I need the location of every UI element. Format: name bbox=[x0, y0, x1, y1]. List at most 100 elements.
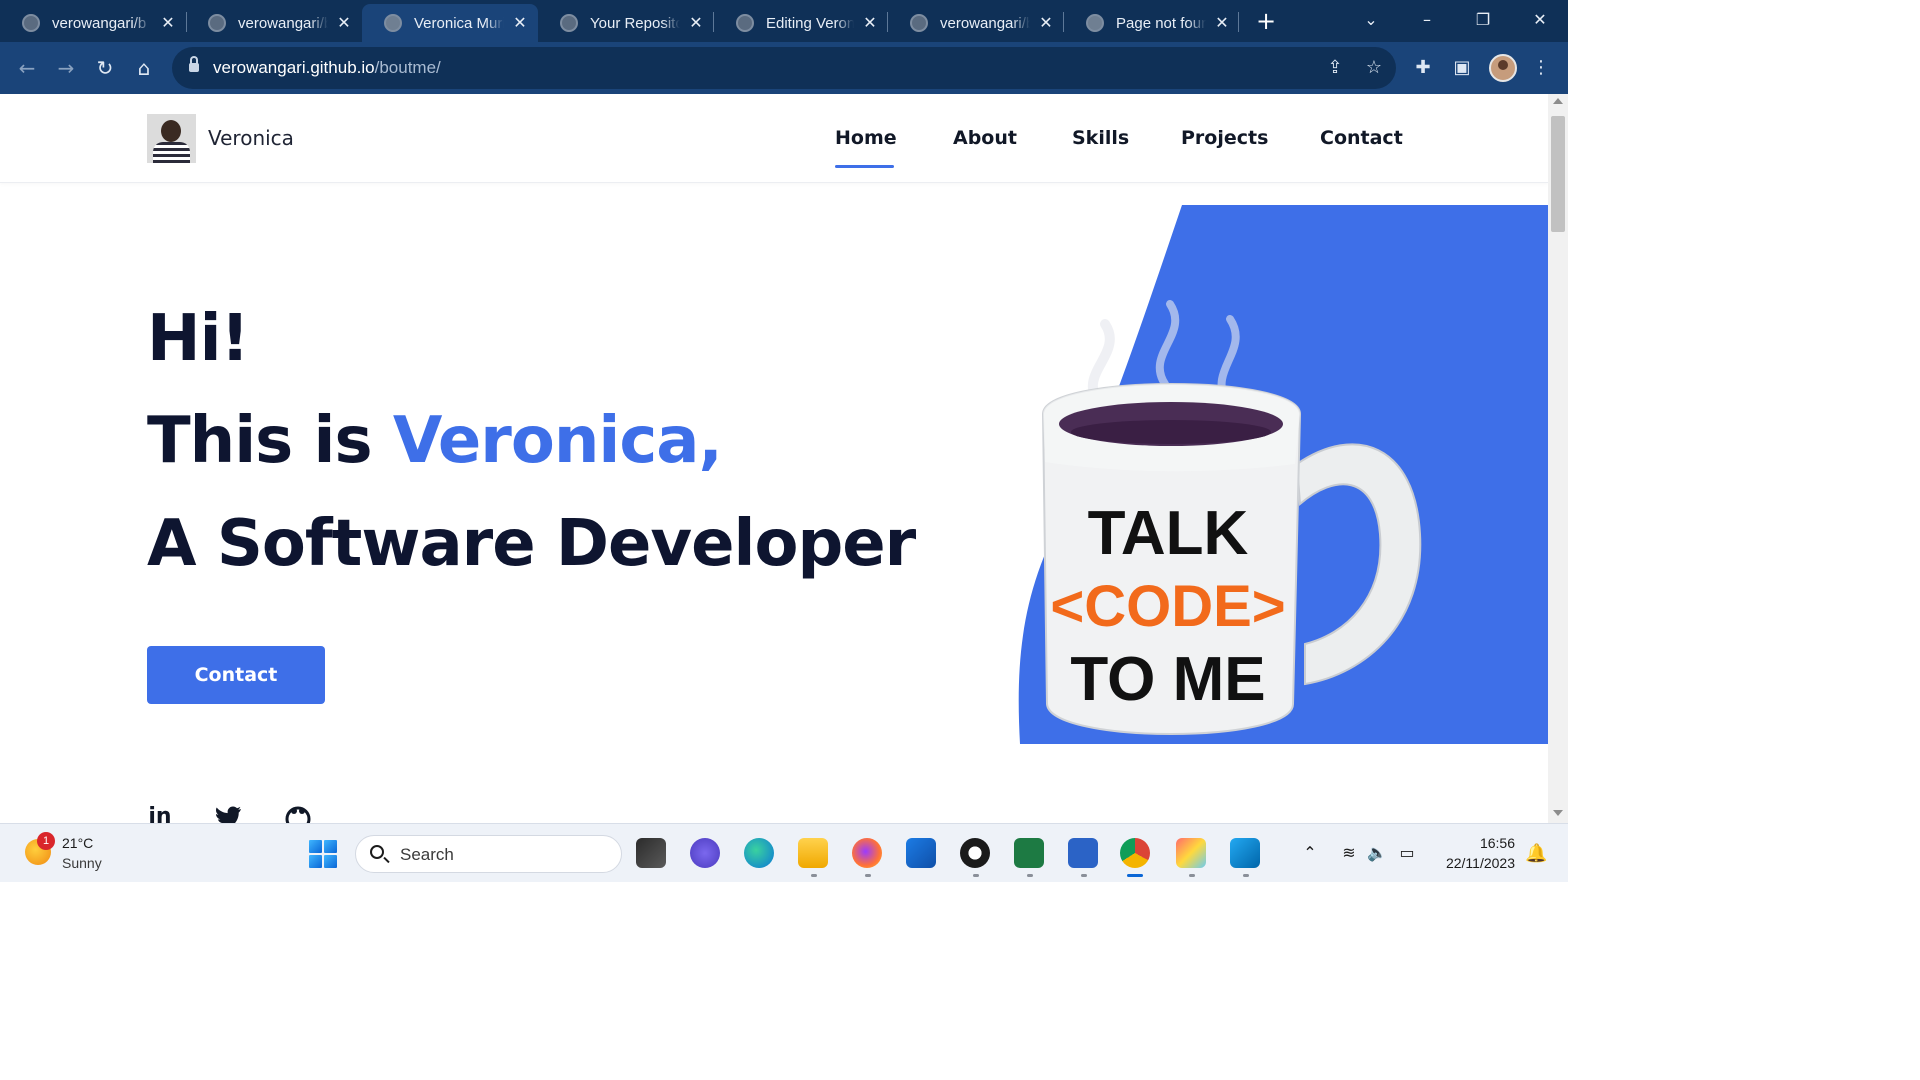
scroll-down-arrow-icon[interactable] bbox=[1553, 810, 1563, 816]
side-panel-icon[interactable]: ▣ bbox=[1450, 56, 1474, 80]
firefox-icon[interactable] bbox=[852, 838, 882, 868]
hero-intro: This is Veronica, bbox=[147, 404, 723, 478]
browser-tab[interactable]: Editing Veroni ✕ bbox=[714, 4, 888, 42]
browser-tab-active[interactable]: Veronica Muri ✕ bbox=[362, 4, 538, 42]
site-name[interactable]: Veronica bbox=[208, 126, 294, 150]
browser-tab[interactable]: verowangari/b ✕ bbox=[186, 4, 362, 42]
restore-button[interactable]: ❐ bbox=[1463, 6, 1503, 34]
nav-home[interactable]: Home bbox=[835, 127, 897, 149]
nav-contact[interactable]: Contact bbox=[1320, 127, 1403, 149]
github-icon bbox=[22, 14, 40, 32]
address-bar[interactable]: verowangari.github.io/boutme/ ⇪ ☆ bbox=[172, 47, 1396, 89]
running-indicator bbox=[1027, 874, 1033, 877]
clock-time[interactable]: 16:56 bbox=[1440, 835, 1515, 851]
tab-title: verowangari/b bbox=[238, 14, 328, 32]
notification-badge: 1 bbox=[37, 832, 55, 850]
weather-temperature[interactable]: 21°C bbox=[62, 835, 93, 851]
app-icon[interactable] bbox=[1176, 838, 1206, 868]
running-indicator bbox=[865, 874, 871, 877]
browser-tab[interactable]: verowangari/b ✕ bbox=[0, 4, 186, 42]
home-button[interactable]: ⌂ bbox=[130, 54, 158, 82]
nav-skills[interactable]: Skills bbox=[1072, 127, 1129, 149]
running-indicator bbox=[973, 874, 979, 877]
hero-role: A Software Developer bbox=[147, 507, 916, 581]
site-header: Veronica Home About Skills Projects Cont… bbox=[0, 94, 1548, 183]
hero-intro-prefix: This is bbox=[147, 404, 373, 478]
close-icon[interactable]: ✕ bbox=[1212, 13, 1232, 33]
teams-chat-icon[interactable] bbox=[690, 838, 720, 868]
tab-title: Veronica Muri bbox=[414, 14, 504, 32]
github-icon bbox=[208, 14, 226, 32]
active-nav-indicator bbox=[835, 165, 894, 168]
excel-icon[interactable] bbox=[1014, 838, 1044, 868]
browser-tab[interactable]: verowangari/b ✕ bbox=[888, 4, 1064, 42]
minimize-button[interactable]: – bbox=[1407, 6, 1447, 34]
forward-button[interactable]: → bbox=[52, 54, 80, 82]
nav-projects[interactable]: Projects bbox=[1181, 127, 1268, 149]
globe-icon bbox=[1086, 14, 1104, 32]
tab-search-icon[interactable]: ⌄ bbox=[1351, 6, 1391, 34]
hero-name: Veronica, bbox=[392, 404, 723, 478]
linkedin-icon[interactable]: in bbox=[147, 806, 173, 824]
close-icon[interactable]: ✕ bbox=[686, 13, 706, 33]
task-view-icon[interactable] bbox=[636, 838, 666, 868]
hero-greeting: Hi! bbox=[147, 302, 250, 376]
browser-tab[interactable]: Your Reposito ✕ bbox=[538, 4, 714, 42]
tab-title: verowangari/b bbox=[940, 14, 1030, 32]
share-icon[interactable]: ⇪ bbox=[1324, 57, 1346, 79]
contact-button[interactable]: Contact bbox=[147, 646, 325, 704]
chrome-icon[interactable] bbox=[1120, 838, 1150, 868]
web-page: Veronica Home About Skills Projects Cont… bbox=[0, 94, 1548, 823]
scroll-up-arrow-icon[interactable] bbox=[1553, 98, 1563, 104]
running-indicator bbox=[1243, 874, 1249, 877]
menu-kebab-icon[interactable]: ⋮ bbox=[1529, 56, 1553, 80]
close-icon[interactable]: ✕ bbox=[1036, 13, 1056, 33]
close-icon[interactable]: ✕ bbox=[510, 13, 530, 33]
word-icon[interactable] bbox=[1068, 838, 1098, 868]
volume-icon[interactable]: 🔈 bbox=[1366, 842, 1388, 864]
twitter-icon[interactable] bbox=[216, 806, 242, 823]
mug-text-line-1: TALK bbox=[1088, 499, 1249, 568]
avatar[interactable] bbox=[147, 114, 196, 163]
url-host: verowangari.github.io bbox=[213, 58, 375, 77]
start-menu-button[interactable] bbox=[309, 840, 337, 868]
battery-icon[interactable]: ▭ bbox=[1396, 842, 1418, 864]
active-app-indicator bbox=[1127, 874, 1143, 877]
clock-date[interactable]: 22/11/2023 bbox=[1420, 855, 1515, 871]
vscode-icon[interactable] bbox=[1230, 838, 1260, 868]
url-path: /boutme/ bbox=[374, 58, 441, 77]
tab-title: Your Reposito bbox=[590, 14, 680, 32]
extensions-icon[interactable]: ✚ bbox=[1411, 56, 1435, 80]
close-icon[interactable]: ✕ bbox=[334, 13, 354, 33]
running-indicator bbox=[1189, 874, 1195, 877]
wordpress-icon[interactable] bbox=[960, 838, 990, 868]
back-button[interactable]: ← bbox=[13, 54, 41, 82]
close-window-button[interactable]: ✕ bbox=[1520, 6, 1560, 34]
globe-icon bbox=[384, 14, 402, 32]
page-scrollbar[interactable] bbox=[1548, 94, 1568, 823]
notification-bell-icon[interactable]: 🔔 bbox=[1525, 844, 1547, 864]
weather-description[interactable]: Sunny bbox=[62, 855, 102, 871]
hero-illustration: TALK <CODE> TO ME bbox=[1018, 205, 1548, 744]
taskbar-search[interactable]: Search bbox=[355, 835, 622, 873]
wifi-icon[interactable]: ≋ bbox=[1338, 842, 1360, 864]
close-icon[interactable]: ✕ bbox=[860, 13, 880, 33]
browser-tab[interactable]: Page not foun ✕ bbox=[1064, 4, 1240, 42]
chevron-up-icon[interactable]: ⌃ bbox=[1299, 842, 1321, 864]
browser-toolbar: ← → ↻ ⌂ verowangari.github.io/boutme/ ⇪ … bbox=[0, 42, 1568, 94]
reload-button[interactable]: ↻ bbox=[91, 54, 119, 82]
scroll-thumb[interactable] bbox=[1551, 116, 1565, 232]
windows-taskbar: 1 21°C Sunny Search ⌃ ≋ 🔈 ▭ 16:56 22/11/… bbox=[0, 823, 1568, 882]
profile-avatar[interactable] bbox=[1489, 54, 1517, 82]
url-text[interactable]: verowangari.github.io/boutme/ bbox=[213, 58, 441, 78]
new-tab-button[interactable]: + bbox=[1252, 8, 1280, 36]
nav-about[interactable]: About bbox=[953, 127, 1017, 149]
github-icon[interactable] bbox=[285, 806, 311, 823]
bookmark-star-icon[interactable]: ☆ bbox=[1363, 57, 1385, 79]
search-placeholder: Search bbox=[400, 845, 454, 864]
close-icon[interactable]: ✕ bbox=[158, 13, 178, 33]
microsoft-store-icon[interactable] bbox=[906, 838, 936, 868]
file-explorer-icon[interactable] bbox=[798, 838, 828, 868]
edge-icon[interactable] bbox=[744, 838, 774, 868]
lock-icon[interactable] bbox=[189, 56, 199, 73]
